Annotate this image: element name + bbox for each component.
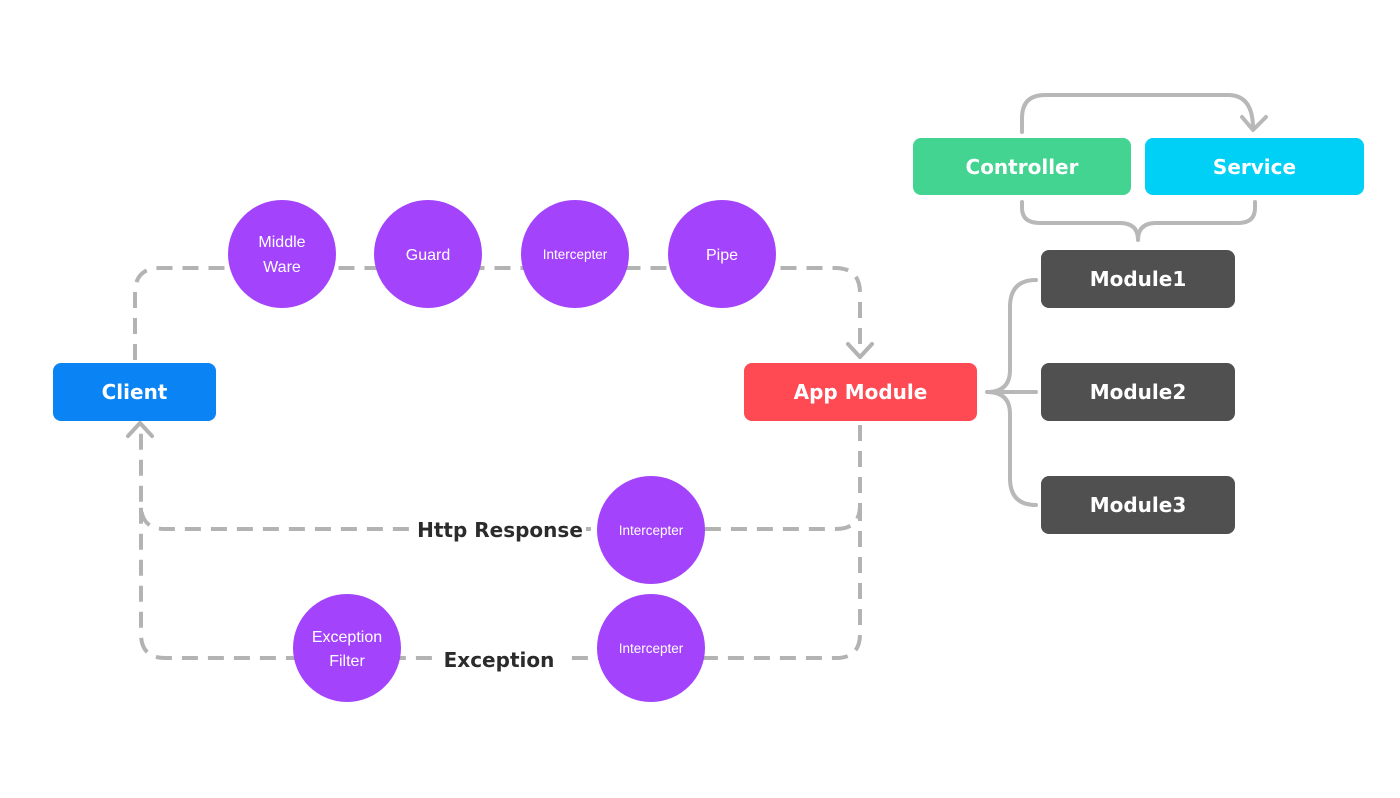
module3-label: Module3 [1090,493,1187,517]
app-module-label: App Module [794,380,928,404]
module2-label: Module2 [1090,380,1187,404]
controller-node[interactable]: Controller [913,138,1131,195]
controller-service-brace [1020,200,1257,242]
pipe-step[interactable]: Pipe [668,200,776,308]
app-module-to-modules-brace [985,278,1038,507]
nestjs-request-lifecycle-diagram: Client App Module Controller Service Mod… [53,93,1364,702]
service-label: Service [1213,155,1296,179]
interceptor-response-label: Intercepter [619,523,684,538]
module2-node[interactable]: Module2 [1041,363,1235,421]
module1-label: Module1 [1090,267,1187,291]
interceptor-exception-step[interactable]: Intercepter [597,594,705,702]
middleware-circle [228,200,336,308]
interceptor-request-label: Intercepter [543,247,608,262]
client-node[interactable]: Client [53,363,216,421]
middleware-label-line1: Middle [258,234,305,251]
exception-filter-step[interactable]: Exception Filter [293,594,401,702]
controller-label: Controller [966,155,1079,179]
module3-node[interactable]: Module3 [1041,476,1235,534]
exception-filter-label-line1: Exception [312,629,382,646]
middleware-step[interactable]: Middle Ware [228,200,336,308]
pipe-label: Pipe [706,247,738,264]
exception-filter-circle [293,594,401,702]
interceptor-exception-label: Intercepter [619,641,684,656]
service-node[interactable]: Service [1145,138,1364,195]
arrow-to-app-module-icon [846,342,874,359]
exception-filter-label-line2: Filter [329,653,365,670]
exception-label: Exception [444,648,555,672]
module1-node[interactable]: Module1 [1041,250,1235,308]
middleware-label-line2: Ware [263,259,301,276]
guard-label: Guard [406,247,450,264]
app-module-node[interactable]: App Module [744,363,977,421]
controller-to-service-connector [1020,93,1255,134]
interceptor-request-step[interactable]: Intercepter [521,200,629,308]
http-response-label: Http Response [417,518,583,542]
client-label: Client [102,380,168,404]
guard-step[interactable]: Guard [374,200,482,308]
interceptor-response-step[interactable]: Intercepter [597,476,705,584]
